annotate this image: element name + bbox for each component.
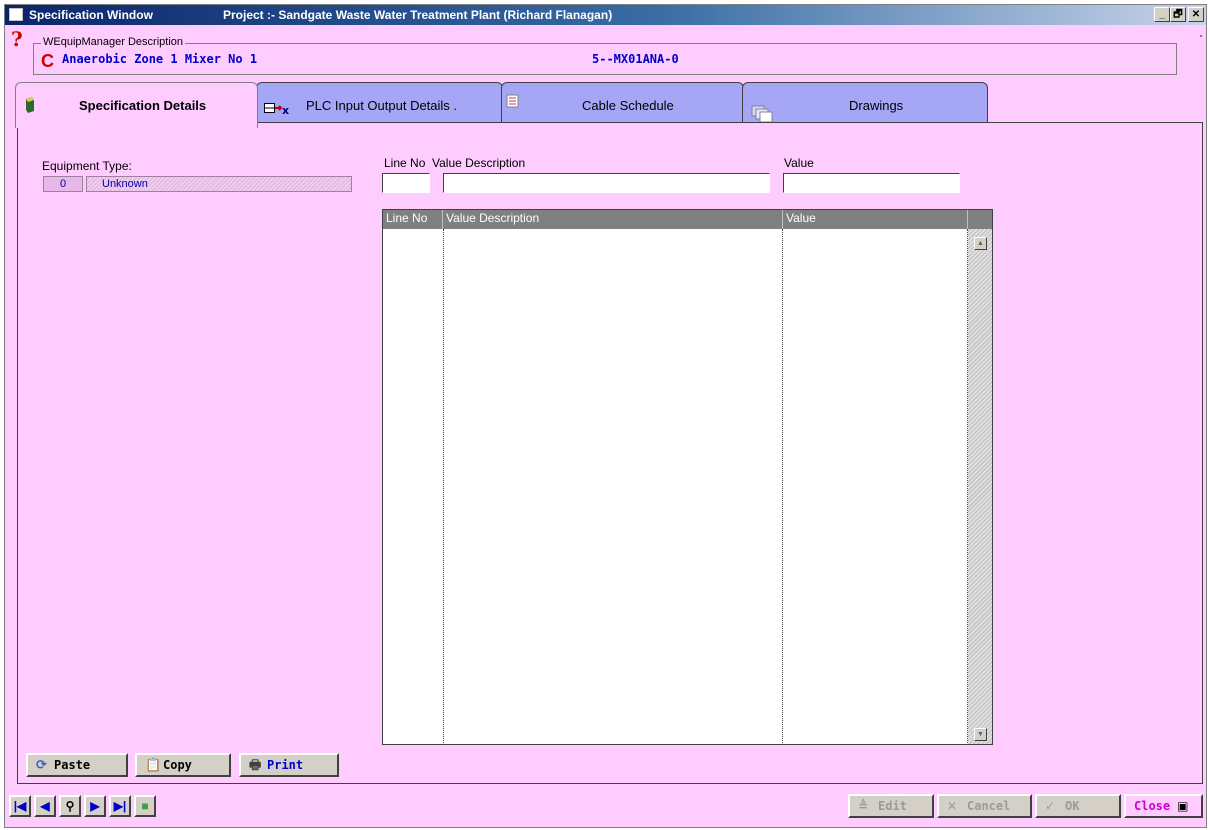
minimize-button[interactable]: _: [1154, 7, 1170, 22]
refresh-button[interactable]: ■: [134, 795, 156, 817]
value-description-label: Value Description: [432, 156, 526, 170]
checkmark-icon: ✓: [1045, 799, 1056, 813]
grid-header-value-description[interactable]: Value Description: [443, 210, 783, 229]
cancel-button[interactable]: ✕ Cancel: [937, 794, 1032, 818]
specification-window: Specification Window Project :- Sandgate…: [4, 4, 1207, 828]
print-button[interactable]: 🖶 Print: [239, 753, 339, 777]
value-description-input[interactable]: [443, 173, 770, 193]
io-transfer-icon: x: [264, 103, 289, 116]
equipment-name: Anaerobic Zone 1 Mixer No 1: [62, 52, 258, 66]
cancel-label: Cancel: [967, 799, 1011, 813]
first-record-icon: |◀: [13, 799, 27, 813]
line-no-label: Line No: [384, 156, 426, 170]
previous-record-button[interactable]: ◀: [34, 795, 56, 817]
grid-header: Line No Value Description Value: [383, 210, 992, 229]
tab-drawings[interactable]: Drawings: [742, 82, 988, 126]
grid-header-line-no[interactable]: Line No: [383, 210, 443, 229]
svg-text:x: x: [282, 104, 289, 116]
find-button[interactable]: ⚲: [59, 795, 81, 817]
line-no-input[interactable]: [382, 173, 430, 193]
paste-icon: ⟳: [36, 758, 47, 773]
book-icon: [26, 97, 34, 113]
close-button[interactable]: Close ▣: [1124, 794, 1203, 818]
equipment-code: 5--MX01ANA-0: [592, 52, 679, 66]
cancel-x-icon: ✕: [947, 799, 958, 813]
refresh-icon: ■: [141, 799, 149, 813]
close-window-button[interactable]: ✕: [1188, 7, 1204, 22]
specification-panel: Equipment Type: 0 Unknown Line No Value …: [17, 122, 1203, 784]
corner-dot: [1200, 35, 1202, 37]
last-record-icon: ▶|: [113, 799, 127, 813]
project-title: Project :- Sandgate Waste Water Treatmen…: [223, 8, 613, 22]
scroll-up-arrow-icon[interactable]: ▲: [974, 237, 987, 250]
category-c-icon: C: [41, 51, 54, 71]
window-title: Specification Window: [29, 8, 153, 22]
equipment-type-code: 0: [43, 176, 83, 192]
value-input[interactable]: [783, 173, 960, 193]
copy-label: Copy: [163, 758, 192, 772]
last-record-button[interactable]: ▶|: [109, 795, 131, 817]
title-bar: Specification Window Project :- Sandgate…: [5, 5, 1206, 25]
value-label: Value: [784, 156, 814, 170]
specification-grid[interactable]: Line No Value Description Value ▲ ▼: [382, 209, 993, 745]
tab-specification-details[interactable]: Specification Details: [15, 82, 258, 128]
next-record-icon: ▶: [90, 799, 100, 813]
restore-button[interactable]: 🗗: [1170, 7, 1186, 22]
paste-button[interactable]: ⟳ Paste: [26, 753, 128, 777]
equipment-type-label: Equipment Type:: [42, 159, 132, 173]
paste-label: Paste: [54, 758, 91, 772]
ok-button[interactable]: ✓ OK: [1035, 794, 1121, 818]
edit-icon: ≜: [858, 799, 869, 813]
window-system-icon[interactable]: [9, 8, 23, 21]
description-group-label: WEquipManager Description: [41, 36, 186, 48]
close-label: Close: [1134, 799, 1171, 813]
edit-button[interactable]: ≜ Edit: [848, 794, 934, 818]
tab-plc-io-details[interactable]: x PLC Input Output Details .: [256, 82, 503, 126]
tab-label: PLC Input Output Details .: [306, 98, 458, 113]
tab-label: Drawings: [849, 98, 904, 113]
grid-column-divider: [782, 229, 783, 744]
help-question-icon[interactable]: ?: [11, 29, 23, 49]
drawings-stack-icon: [751, 105, 773, 123]
ok-label: OK: [1065, 799, 1080, 813]
tab-label: Cable Schedule: [582, 98, 674, 113]
tab-cable-schedule[interactable]: Cable Schedule: [501, 82, 744, 126]
exit-door-icon: ▣: [1177, 799, 1189, 813]
cable-list-icon: [506, 94, 519, 108]
description-group: C Anaerobic Zone 1 Mixer No 1 5--MX01ANA…: [33, 43, 1177, 75]
edit-label: Edit: [878, 799, 907, 813]
next-record-button[interactable]: ▶: [84, 795, 106, 817]
grid-vertical-scrollbar[interactable]: ▲ ▼: [968, 229, 992, 744]
printer-icon: 🖶: [249, 758, 262, 773]
first-record-button[interactable]: |◀: [9, 795, 31, 817]
grid-header-value[interactable]: Value: [783, 210, 968, 229]
equipment-type-name: Unknown: [86, 176, 352, 192]
clipboard-icon: 📋: [145, 758, 162, 773]
print-label: Print: [267, 758, 304, 772]
grid-column-divider: [443, 229, 444, 744]
binoculars-icon: ⚲: [65, 799, 75, 813]
copy-button[interactable]: 📋 Copy: [135, 753, 231, 777]
previous-record-icon: ◀: [40, 799, 50, 813]
scroll-down-arrow-icon[interactable]: ▼: [974, 728, 987, 741]
tab-label: Specification Details: [79, 98, 207, 113]
